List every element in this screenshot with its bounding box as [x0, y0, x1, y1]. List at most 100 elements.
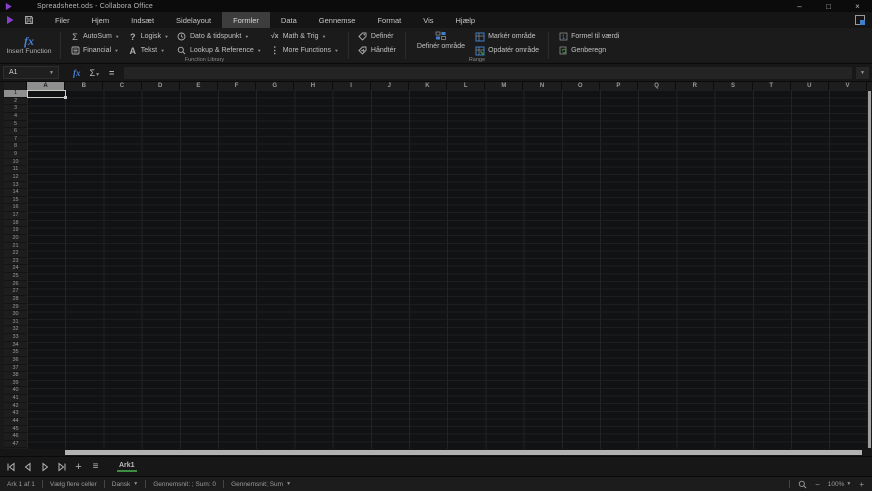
row-header-25[interactable]: 25	[4, 273, 27, 281]
row-header-14[interactable]: 14	[4, 189, 27, 197]
row-header-31[interactable]: 31	[4, 319, 27, 327]
sum-icon[interactable]: Σ▼	[90, 68, 101, 78]
column-header-S[interactable]: S	[714, 82, 753, 90]
menu-item-hjem[interactable]: Hjem	[81, 12, 121, 28]
notebookbar-toggle-icon[interactable]	[854, 14, 866, 26]
logisk-button[interactable]: ? Logisk ▼	[124, 30, 173, 43]
last-sheet-icon[interactable]	[56, 461, 67, 472]
row-header-9[interactable]: 9	[4, 151, 27, 159]
column-header-G[interactable]: G	[256, 82, 295, 90]
menu-item-data[interactable]: Data	[270, 12, 308, 28]
vertical-scrollbar[interactable]	[867, 90, 872, 449]
row-header-40[interactable]: 40	[4, 387, 27, 395]
row-header-21[interactable]: 21	[4, 243, 27, 251]
horizontal-scrollbar-thumb[interactable]	[65, 450, 862, 455]
cells-area[interactable]	[27, 90, 872, 449]
haandter-button[interactable]: Håndtér	[354, 44, 400, 57]
menu-item-formler[interactable]: Formler	[222, 12, 270, 28]
previous-sheet-icon[interactable]	[22, 461, 33, 472]
minimize-button[interactable]: –	[785, 0, 814, 12]
row-header-32[interactable]: 32	[4, 326, 27, 334]
row-header-34[interactable]: 34	[4, 342, 27, 350]
more-functions-button[interactable]: ⋮ More Functions ▼	[266, 44, 343, 57]
status-item-3[interactable]: Dansk ▼	[105, 481, 145, 488]
row-header-29[interactable]: 29	[4, 304, 27, 312]
column-header-B[interactable]: B	[65, 82, 104, 90]
menu-item-gennemse[interactable]: Gennemse	[308, 12, 367, 28]
column-header-T[interactable]: T	[753, 82, 791, 90]
sheet-tab-ark1[interactable]: Ark1	[117, 461, 137, 472]
row-header-4[interactable]: 4	[4, 113, 27, 121]
row-header-43[interactable]: 43	[4, 410, 27, 418]
row-header-33[interactable]: 33	[4, 334, 27, 342]
row-header-38[interactable]: 38	[4, 372, 27, 380]
add-sheet-icon[interactable]: +	[73, 461, 84, 473]
column-header-J[interactable]: J	[371, 82, 409, 90]
row-header-22[interactable]: 22	[4, 250, 27, 258]
column-header-L[interactable]: L	[447, 82, 486, 90]
financial-button[interactable]: Financial ▼	[66, 44, 124, 57]
autosum-button[interactable]: Σ AutoSum ▼	[66, 30, 124, 43]
row-header-24[interactable]: 24	[4, 265, 27, 273]
status-item-2[interactable]: Vælg flere celler	[43, 481, 104, 488]
row-header-17[interactable]: 17	[4, 212, 27, 220]
row-header-19[interactable]: 19	[4, 227, 27, 235]
menu-item-format[interactable]: Format	[366, 12, 412, 28]
marker-omraade-button[interactable]: Markér område	[471, 30, 543, 43]
row-header-28[interactable]: 28	[4, 296, 27, 304]
formel-til-vaerdi-button[interactable]: 1 Formel til værdi	[554, 30, 623, 43]
insert-function-button[interactable]: fx Insert Function	[0, 28, 58, 63]
row-header-6[interactable]: 6	[4, 128, 27, 136]
expand-formula-bar-button[interactable]: ▼	[856, 66, 869, 79]
horizontal-scrollbar[interactable]	[0, 449, 872, 456]
row-header-2[interactable]: 2	[4, 98, 27, 106]
row-header-45[interactable]: 45	[4, 426, 27, 434]
row-header-18[interactable]: 18	[4, 220, 27, 228]
row-header-3[interactable]: 3	[4, 105, 27, 113]
row-header-8[interactable]: 8	[4, 143, 27, 151]
zoom-in-button[interactable]: +	[859, 480, 864, 489]
column-header-D[interactable]: D	[142, 82, 180, 90]
next-sheet-icon[interactable]	[39, 461, 50, 472]
tekst-button[interactable]: A Tekst ▼	[124, 44, 173, 57]
menu-item-hjælp[interactable]: Hjælp	[445, 12, 487, 28]
column-header-I[interactable]: I	[333, 82, 371, 90]
column-header-N[interactable]: N	[523, 82, 562, 90]
row-header-20[interactable]: 20	[4, 235, 27, 243]
column-header-P[interactable]: P	[600, 82, 638, 90]
zoom-level-dropdown[interactable]: 100% ▼	[828, 481, 852, 488]
column-header-V[interactable]: V	[829, 82, 868, 90]
row-header-13[interactable]: 13	[4, 182, 27, 190]
menu-item-filer[interactable]: Filer	[44, 12, 81, 28]
equals-icon[interactable]: =	[109, 68, 114, 78]
column-header-Q[interactable]: Q	[638, 82, 677, 90]
name-box[interactable]: A1 ▼	[3, 66, 59, 79]
row-header-26[interactable]: 26	[4, 281, 27, 289]
column-header-A[interactable]: A	[27, 82, 66, 90]
row-header-41[interactable]: 41	[4, 395, 27, 403]
save-icon[interactable]	[24, 15, 34, 25]
row-header-42[interactable]: 42	[4, 403, 27, 411]
opdater-omraade-button[interactable]: Opdatér område	[471, 44, 543, 57]
math-trig-button[interactable]: √x Math & Trig ▼	[266, 30, 343, 43]
column-header-U[interactable]: U	[791, 82, 829, 90]
status-item-5[interactable]: Gennemsnit; Sum ▼	[224, 481, 298, 488]
row-header-30[interactable]: 30	[4, 311, 27, 319]
row-header-35[interactable]: 35	[4, 349, 27, 357]
genberegn-button[interactable]: Genberegn	[554, 44, 623, 57]
zoom-out-button[interactable]: −	[815, 480, 820, 489]
maximize-button[interactable]: □	[814, 0, 843, 12]
menu-item-sidelayout[interactable]: Sidelayout	[165, 12, 222, 28]
menu-item-indsæt[interactable]: Indsæt	[120, 12, 165, 28]
column-header-H[interactable]: H	[294, 82, 333, 90]
definer-omraade-button[interactable]: Definér område	[411, 30, 471, 50]
column-header-O[interactable]: O	[562, 82, 600, 90]
row-header-16[interactable]: 16	[4, 204, 27, 212]
menu-item-vis[interactable]: Vis	[412, 12, 444, 28]
vertical-scrollbar-thumb[interactable]	[868, 91, 871, 448]
row-header-23[interactable]: 23	[4, 258, 27, 266]
definer-button[interactable]: Definér	[354, 30, 400, 43]
column-header-R[interactable]: R	[676, 82, 715, 90]
row-header-7[interactable]: 7	[4, 136, 27, 144]
function-wizard-icon[interactable]: fx	[73, 68, 81, 78]
